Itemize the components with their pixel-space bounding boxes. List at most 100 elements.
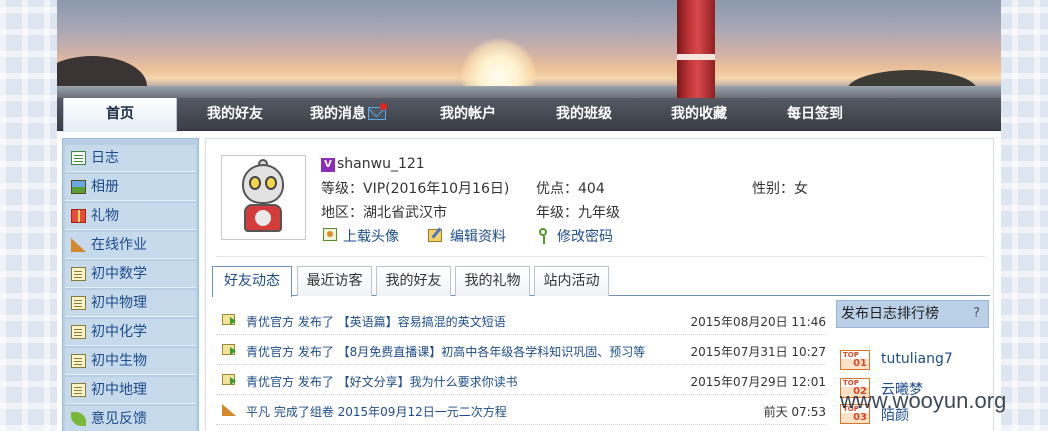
sidebar-item-chemistry[interactable]: 初中化学: [65, 319, 196, 346]
document-arrow-icon: [222, 314, 236, 325]
main-nav: 首页 我的好友 我的消息 我的帐户 我的班级 我的收藏 每日签到: [57, 98, 1001, 132]
feed-item: 青优官方 发布了 【8月免费直播课】初高中各年级各学科知识巩固、预习等 2015…: [216, 335, 826, 365]
book-icon: [71, 354, 86, 368]
notebook-icon: [71, 151, 86, 165]
banner-lighthouse: [677, 0, 715, 98]
feed-item-time: 前天 07:53: [763, 405, 826, 419]
photo-icon: [71, 180, 86, 194]
avatar[interactable]: [221, 155, 306, 240]
nav-daily-checkin[interactable]: 每日签到: [768, 98, 862, 131]
feed-item-text[interactable]: 平凡 完成了组卷 2015年09月12日一元二次方程: [246, 403, 507, 420]
tab-label: 我的好友: [385, 273, 442, 289]
sidebar-item-biology[interactable]: 初中生物: [65, 348, 196, 375]
rank-badge-number: 01: [853, 358, 867, 369]
sidebar-item-geography[interactable]: 初中地理: [65, 377, 196, 404]
tab-label: 好友动态: [224, 273, 280, 289]
sidebar-item-online-homework[interactable]: 在线作业: [65, 232, 196, 259]
nav-my-friends[interactable]: 我的好友: [185, 98, 285, 131]
profile-grade: 年级：九年级: [536, 205, 620, 221]
tab-label: 最近访客: [306, 273, 363, 289]
edit-profile-link[interactable]: 编辑资料: [428, 226, 506, 246]
upload-avatar-link[interactable]: 上载头像: [323, 226, 399, 246]
sidebar-item-math[interactable]: 初中数学: [65, 261, 196, 288]
tab-site-events[interactable]: 站内活动: [534, 266, 609, 296]
nav-home[interactable]: 首页: [63, 98, 177, 132]
username: shanwu_121: [337, 156, 425, 172]
nav-my-favorites[interactable]: 我的收藏: [652, 98, 746, 131]
profile-region: 地区：湖北省武汉市: [321, 205, 447, 221]
ranking-title: 发布日志排行榜: [841, 306, 939, 322]
feed-item-time: 2015年07月29日 12:01: [690, 375, 826, 389]
sidebar-item-diary[interactable]: 日志: [65, 145, 196, 172]
key-icon: [539, 228, 547, 244]
sidebar-item-label: 在线作业: [91, 237, 147, 253]
nav-my-account-label: 我的帐户: [440, 106, 496, 122]
sidebar-item-label: 初中生物: [91, 353, 147, 369]
help-icon[interactable]: ?: [973, 301, 980, 327]
tab-recent-visitors[interactable]: 最近访客: [297, 266, 372, 296]
rank-badge-number: 03: [853, 412, 867, 423]
nav-my-friends-label: 我的好友: [207, 106, 263, 122]
profile-level: 等级：VIP(2016年10月16日): [321, 181, 510, 197]
document-arrow-icon: [222, 374, 236, 385]
vip-badge: V: [321, 158, 335, 172]
sidebar-item-label: 初中地理: [91, 382, 147, 398]
header-banner: [57, 0, 1001, 98]
tab-my-gifts[interactable]: 我的礼物: [455, 266, 530, 296]
gift-icon: [71, 209, 86, 223]
avatar-belly: [255, 210, 271, 226]
feed-item-text[interactable]: 青优官方 发布了 【8月免费直播课】初高中各年级各学科知识巩固、预习等: [246, 343, 645, 360]
profile-points: 优点：404: [536, 181, 605, 197]
feed-item: 青优官方 发布了 【好文分享】我为什么要求你读书 2015年07月29日 12:…: [216, 365, 826, 395]
sidebar-item-label: 意见反馈: [91, 411, 147, 427]
nav-daily-checkin-label: 每日签到: [787, 106, 843, 122]
nav-my-account[interactable]: 我的帐户: [421, 98, 515, 131]
sidebar-item-label: 初中物理: [91, 295, 147, 311]
tab-label: 我的礼物: [464, 273, 521, 289]
tab-my-friends[interactable]: 我的好友: [376, 266, 451, 296]
book-icon: [71, 296, 86, 310]
document-arrow-icon: [222, 344, 236, 355]
activity-tabs: 好友动态 最近访客 我的好友 我的礼物 站内活动: [212, 266, 990, 297]
sidebar-item-feedback[interactable]: 意见反馈: [65, 406, 196, 431]
book-icon: [71, 267, 86, 281]
feed-item-text[interactable]: 青优官方 发布了 【好文分享】我为什么要求你读书: [246, 373, 518, 390]
divider: [216, 256, 986, 257]
sidebar-item-album[interactable]: 相册: [65, 174, 196, 201]
sidebar-item-label: 相册: [91, 179, 119, 195]
book-icon: [71, 325, 86, 339]
banner-lighthouse-band: [677, 54, 715, 60]
change-password-label: 修改密码: [557, 229, 613, 245]
sidebar: 日志 相册 礼物 在线作业 初中数学 初中物理 初中化学 初中生物 初中地理 意…: [62, 138, 199, 431]
nav-my-class[interactable]: 我的班级: [537, 98, 631, 131]
ruler-triangle-icon: [222, 404, 236, 416]
nav-my-messages[interactable]: 我的消息: [297, 98, 407, 131]
feed-item-text[interactable]: 青优官方 发布了 【英语篇】容易搞混的英文短语: [246, 313, 506, 330]
sidebar-item-label: 初中化学: [91, 324, 147, 340]
ruler-triangle-icon: [71, 238, 86, 252]
feed-item: 青优官方 发布了 【英语篇】容易搞混的英文短语 2015年08月20日 11:4…: [216, 305, 826, 335]
nav-my-messages-label: 我的消息: [310, 106, 366, 122]
rank-badge: TOP 01: [840, 350, 870, 370]
sidebar-item-gift[interactable]: 礼物: [65, 203, 196, 230]
avatar-eye-right: [265, 176, 277, 190]
sidebar-item-label: 初中数学: [91, 266, 147, 282]
watermark: www.wooyun.org: [840, 388, 1007, 413]
rank-name[interactable]: tutuliang7: [881, 351, 953, 367]
banner-sea: [57, 86, 1001, 98]
upload-photo-icon: [323, 228, 337, 241]
feed-item: 平凡 完成了组卷 2015年09月12日一元二次方程 前天 07:53: [216, 395, 826, 425]
edit-pencil-icon: [428, 229, 442, 242]
avatar-eye-left: [249, 176, 261, 190]
tab-friend-activity[interactable]: 好友动态: [212, 266, 292, 297]
change-password-link[interactable]: 修改密码: [538, 226, 613, 246]
nav-my-favorites-label: 我的收藏: [671, 106, 727, 122]
page: 首页 我的好友 我的消息 我的帐户 我的班级 我的收藏 每日签到 日志 相册 礼…: [57, 0, 1001, 431]
feed-item-time: 2015年08月20日 11:46: [690, 315, 826, 329]
book-icon: [71, 383, 86, 397]
feed-item-time: 2015年07月31日 10:27: [690, 345, 826, 359]
tab-label: 站内活动: [543, 273, 600, 289]
sidebar-item-physics[interactable]: 初中物理: [65, 290, 196, 317]
nav-my-class-label: 我的班级: [556, 106, 612, 122]
sidebar-item-label: 日志: [91, 150, 119, 166]
